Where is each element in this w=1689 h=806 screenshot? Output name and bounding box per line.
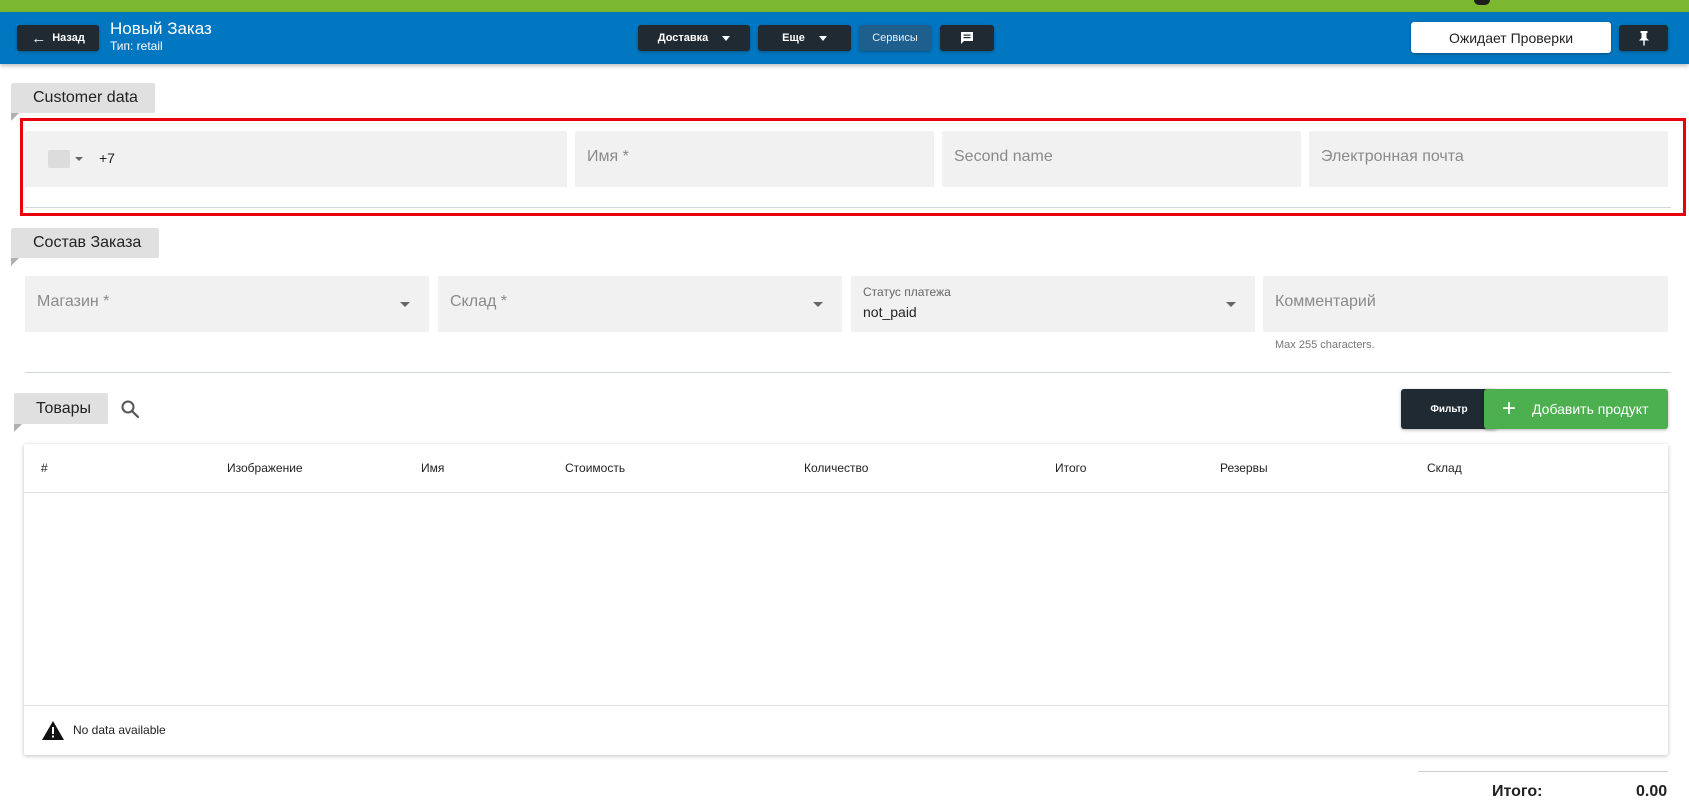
plus-icon: + [1502,395,1517,422]
order-status-button[interactable]: Ожидает Проверки [1411,22,1611,53]
totals-label: Итого: [1492,783,1543,800]
comments-button[interactable] [940,25,994,51]
chevron-down-icon [818,35,827,41]
filter-button[interactable]: Фильтр [1401,389,1497,429]
column-header-name[interactable]: Имя [421,461,444,475]
warehouse-select[interactable]: Склад * [438,276,842,332]
more-dropdown-button[interactable]: Еще [758,25,851,51]
column-header-number[interactable]: # [41,461,48,475]
add-product-button[interactable]: + Добавить продукт [1484,389,1668,429]
column-header-image[interactable]: Изображение [227,461,303,475]
delivery-dropdown-button[interactable]: Доставка [638,25,750,51]
arrow-left-icon: ← [31,29,47,47]
chat-icon [961,32,973,44]
column-header-quantity[interactable]: Количество [804,461,868,475]
column-header-warehouse[interactable]: Склад [1427,461,1462,475]
order-status-label: Ожидает Проверки [1448,29,1574,46]
table-header-divider [24,492,1668,493]
tab-tail-decoration [14,424,22,432]
payment-status-select[interactable]: Статус платежа not_paid [851,276,1255,332]
payment-status-value: not_paid [863,304,917,320]
table-empty-message: No data available [73,723,166,737]
back-button[interactable]: ← Назад [17,25,99,51]
customer-data-tab: Customer data [11,83,155,113]
chevron-down-icon [722,35,731,41]
table-footer-divider [24,705,1668,706]
search-icon[interactable] [120,399,140,419]
filter-button-label: Фильтр [1430,403,1468,415]
warehouse-placeholder: Склад * [450,293,507,310]
comment-hint: Max 255 characters. [1275,339,1375,351]
column-header-total[interactable]: Итого [1055,461,1086,475]
chevron-down-icon [813,302,823,307]
column-header-price[interactable]: Стоимость [565,461,625,475]
add-product-label: Добавить продукт [1532,401,1649,417]
services-button-label: Сервисы [872,32,918,44]
pin-icon [1638,30,1649,45]
tab-tail-decoration [11,258,19,266]
chevron-down-icon [400,302,410,307]
comment-field[interactable]: Комментарий [1263,276,1668,332]
back-button-label: Назад [52,32,85,44]
store-placeholder: Магазин * [37,293,110,310]
customer-data-highlight-frame [20,118,1686,216]
pin-button[interactable] [1619,25,1668,51]
order-section-divider [25,372,1671,373]
totals-value: 0.00 [1636,783,1668,800]
page-subtitle: Тип: retail [110,39,163,53]
more-dropdown-label: Еще [782,32,805,44]
store-select[interactable]: Магазин * [25,276,429,332]
products-tab: Товары [14,393,108,424]
products-table [24,444,1668,755]
totals-divider [1418,771,1668,772]
top-avatar-fragment [1474,0,1490,5]
customer-data-tab-label: Customer data [33,89,138,106]
top-accent-strip [0,0,1689,12]
tab-tail-decoration [11,113,19,121]
chevron-down-icon [1226,302,1236,307]
order-composition-tab: Состав Заказа [11,228,159,258]
order-composition-tab-label: Состав Заказа [33,234,142,251]
warning-icon [42,721,64,740]
delivery-dropdown-label: Доставка [657,32,709,44]
payment-status-label: Статус платежа [863,285,951,299]
column-header-reserves[interactable]: Резервы [1220,461,1268,475]
services-button[interactable]: Сервисы [859,25,931,51]
comment-placeholder: Комментарий [1275,293,1376,310]
products-tab-label: Товары [36,399,92,417]
page-title: Новый Заказ [110,19,212,38]
